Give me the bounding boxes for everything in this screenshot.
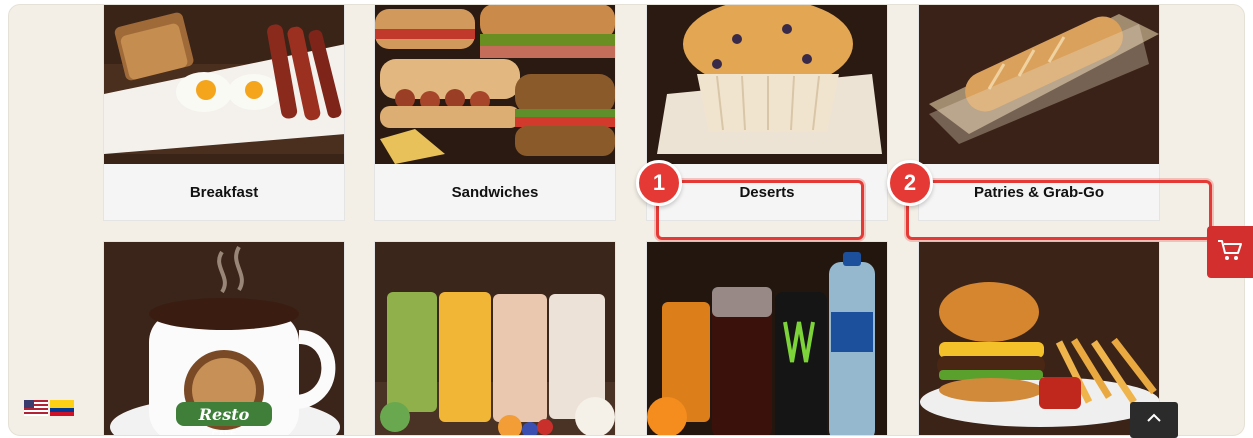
svg-text:CAFÉ: CAFÉ [212,429,237,436]
coffee-image: Resto CAFÉ [104,242,344,436]
colombia-flag-icon[interactable] [50,400,74,421]
category-card-breakfast[interactable]: Breakfast [103,5,345,221]
scroll-to-top-button[interactable] [1130,402,1178,438]
cart-button[interactable] [1207,226,1253,278]
muffin-image [647,5,887,164]
category-card-coffee[interactable]: Resto CAFÉ [103,241,345,436]
breakfast-image [104,5,344,164]
sandwiches-image [375,5,615,164]
annotation-number-1: 1 [636,160,682,206]
language-switcher [24,400,74,421]
annotation-box-2 [906,180,1212,240]
category-card-burgers[interactable] [918,241,1160,435]
drinks-image [647,242,887,435]
category-card-drinks[interactable] [646,241,888,435]
pastry-image [919,5,1159,164]
annotation-box-1 [656,180,864,240]
chevron-up-icon [1146,411,1162,429]
category-label-sandwiches: Sandwiches [375,164,615,220]
category-label-breakfast: Breakfast [104,164,344,220]
svg-text:Resto: Resto [198,405,250,424]
us-flag-icon[interactable] [24,400,48,421]
category-card-smoothies[interactable] [374,241,616,435]
smoothies-image [375,242,615,435]
burger-image [919,242,1159,435]
category-card-sandwiches[interactable]: Sandwiches [374,5,616,221]
cart-icon [1217,238,1243,267]
annotation-number-2: 2 [887,160,933,206]
